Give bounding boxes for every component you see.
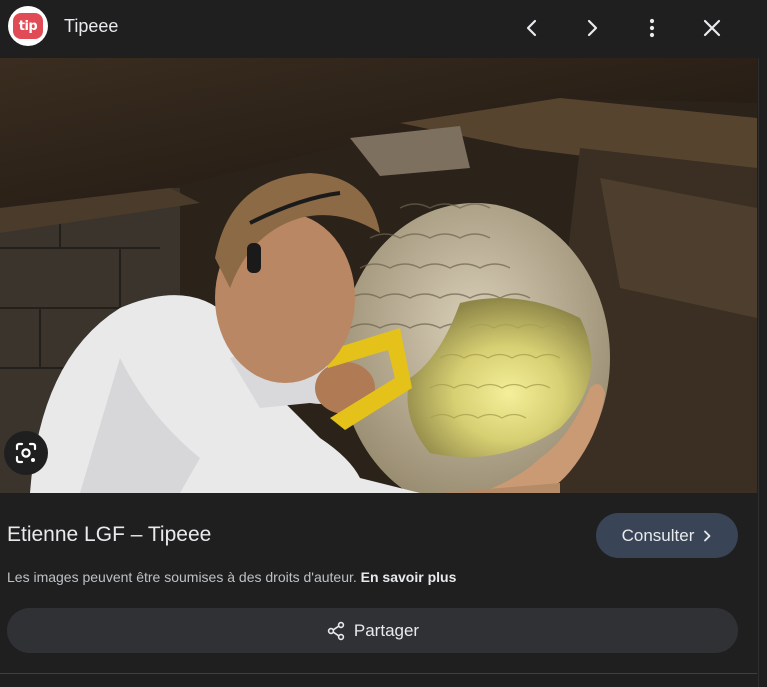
consult-button-label: Consulter [621,525,695,545]
site-logo[interactable]: tip [8,6,48,46]
tipeee-logo-icon: tip [13,13,43,39]
panel-header: tip Tipeee [0,0,767,56]
site-name[interactable]: Tipeee [64,16,118,37]
scrollbar[interactable] [758,58,767,687]
result-title[interactable]: Etienne LGF – Tipeee [7,523,211,547]
share-button[interactable]: Partager [7,608,738,653]
share-button-label: Partager [353,620,420,640]
share-icon [327,621,345,640]
chevron-left-icon [526,19,537,37]
more-vert-icon [649,18,655,38]
previous-button[interactable] [512,8,552,48]
preview-image[interactable] [0,58,757,493]
copyright-text: Les images peuvent être soumises à des d… [7,569,357,585]
close-button[interactable] [692,8,732,48]
next-button[interactable] [572,8,612,48]
close-icon [703,19,721,37]
divider [0,673,757,674]
consult-button[interactable]: Consulter [596,513,738,558]
wasp-nest-photo [0,58,757,493]
more-options-button[interactable] [632,8,672,48]
copyright-notice: Les images peuvent être soumises à des d… [7,569,456,585]
google-lens-button[interactable] [4,431,48,475]
chevron-right-icon [704,530,711,541]
learn-more-link[interactable]: En savoir plus [361,569,457,585]
chevron-right-icon [587,19,598,37]
google-lens-icon [15,442,37,464]
